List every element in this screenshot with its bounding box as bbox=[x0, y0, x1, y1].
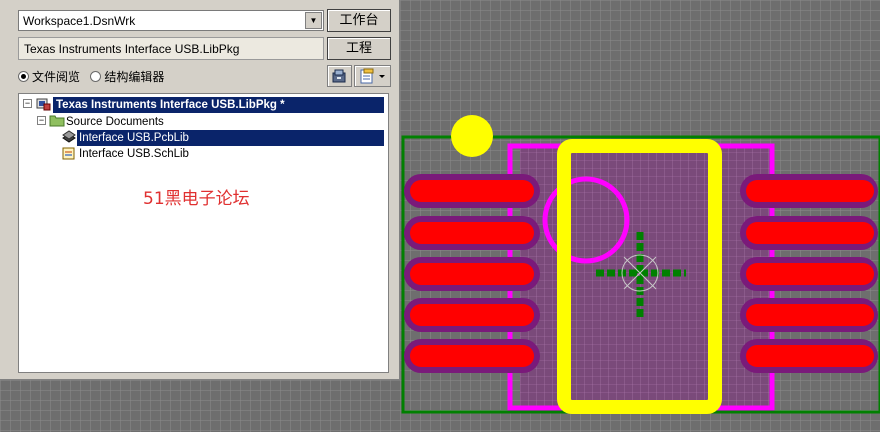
workspace-button[interactable]: 工作台 bbox=[327, 9, 391, 32]
tree-file-item[interactable]: Interface USB.SchLib bbox=[79, 146, 189, 162]
tree-root-item[interactable]: Texas Instruments Interface USB.LibPkg * bbox=[53, 97, 384, 113]
projects-panel: Workspace1.DsnWrk ▼ 工作台 Texas Instrument… bbox=[0, 0, 400, 380]
project-package-icon bbox=[36, 98, 51, 111]
workspace-combo-value: Workspace1.DsnWrk bbox=[23, 14, 136, 28]
pad bbox=[410, 263, 534, 285]
schematic-library-icon bbox=[62, 147, 75, 160]
structure-editor-label[interactable]: 结构编辑器 bbox=[104, 68, 164, 85]
pad bbox=[746, 180, 874, 202]
pad bbox=[746, 345, 874, 367]
file-view-label[interactable]: 文件阅览 bbox=[32, 68, 80, 85]
file-view-radio[interactable] bbox=[18, 71, 29, 82]
pad bbox=[746, 304, 874, 326]
pad bbox=[410, 304, 534, 326]
project-field-value: Texas Instruments Interface USB.LibPkg bbox=[24, 42, 240, 56]
view-mode-options: 文件阅览 结构编辑器 bbox=[18, 68, 171, 86]
tree-file-item[interactable]: Interface USB.PcbLib bbox=[77, 130, 384, 146]
dropdown-arrow-icon[interactable]: ▼ bbox=[305, 12, 322, 29]
compile-icon bbox=[332, 69, 346, 83]
pcb-library-icon bbox=[62, 130, 76, 143]
left-pad-group bbox=[404, 174, 540, 373]
pad bbox=[410, 222, 534, 244]
pad bbox=[410, 180, 534, 202]
project-menu-button[interactable] bbox=[354, 65, 391, 87]
collapse-toggle[interactable]: − bbox=[23, 99, 32, 108]
project-button[interactable]: 工程 bbox=[327, 37, 391, 60]
project-menu-icon bbox=[360, 68, 385, 84]
project-field[interactable]: Texas Instruments Interface USB.LibPkg bbox=[18, 37, 324, 60]
watermark-text: 51黑电子论坛 bbox=[143, 189, 250, 209]
pin1-indicator-dot bbox=[451, 115, 493, 157]
structure-editor-radio[interactable] bbox=[90, 71, 102, 82]
folder-icon bbox=[49, 115, 65, 127]
pad bbox=[410, 345, 534, 367]
right-pad-group bbox=[740, 174, 878, 373]
tree-folder-item[interactable]: Source Documents bbox=[66, 114, 164, 130]
workspace-combo[interactable]: Workspace1.DsnWrk ▼ bbox=[18, 10, 324, 31]
project-tree[interactable]: − Texas Instruments Interface USB.LibPkg… bbox=[18, 93, 389, 373]
collapse-toggle[interactable]: − bbox=[37, 116, 46, 125]
pad bbox=[746, 222, 874, 244]
compile-button[interactable] bbox=[327, 65, 352, 87]
pad bbox=[746, 263, 874, 285]
